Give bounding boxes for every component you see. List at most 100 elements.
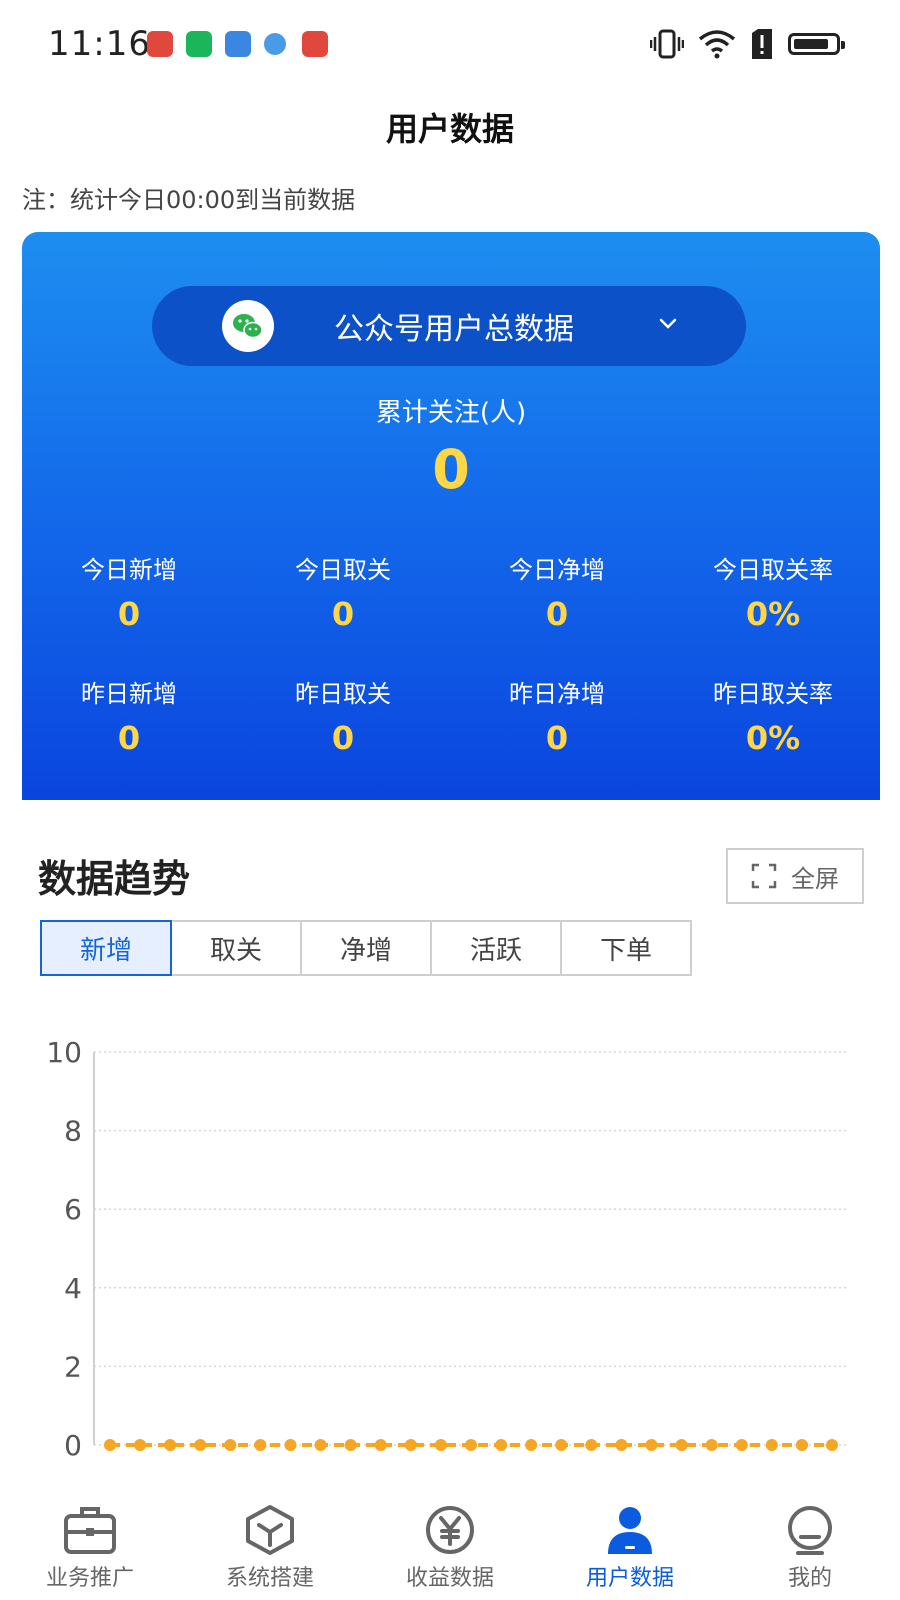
y-tick-label: 8 [64, 1115, 82, 1148]
data-point [705, 1439, 718, 1451]
vibrate-icon [650, 29, 684, 59]
y-tick-label: 0 [64, 1429, 82, 1462]
nav-item-mine[interactable]: 我的 [720, 1496, 900, 1600]
stat-label: 今日取关 [295, 556, 391, 584]
data-point [795, 1439, 808, 1451]
stat-today-unfollow: 今日取关 0 [236, 550, 450, 633]
sim-alert-icon [752, 29, 772, 59]
stat-yesterday-new: 昨日新增 0 [22, 674, 236, 757]
stat-today-net: 今日净增 0 [450, 550, 664, 633]
stat-label: 昨日净增 [509, 680, 605, 708]
trend-title: 数据趋势 [38, 857, 191, 901]
stat-yesterday-unfollow: 昨日取关 0 [236, 674, 450, 757]
wechat-icon [222, 300, 274, 352]
y-tick-label: 10 [46, 1040, 82, 1069]
profile-icon [788, 1506, 832, 1555]
page-title: 用户数据 [385, 110, 514, 148]
stat-value: 0 [545, 719, 569, 757]
data-point [585, 1439, 598, 1451]
stat-value: 0 [331, 719, 355, 757]
fullscreen-button[interactable]: 全屏 [726, 848, 864, 904]
data-point [735, 1439, 748, 1451]
wifi-icon [698, 30, 736, 59]
data-point [645, 1439, 658, 1451]
data-point [615, 1439, 628, 1451]
tab-net[interactable]: 净增 [300, 920, 432, 976]
stat-label: 今日新增 [81, 556, 177, 584]
nav-label: 系统搭建 [225, 1566, 314, 1591]
account-selector[interactable]: 公众号用户总数据 [152, 286, 746, 366]
stats-card: 公众号用户总数据 累计关注(人) 0 今日新增 0 今日取关 0 今日净增 0 … [22, 232, 880, 800]
browser-icon [264, 33, 286, 55]
usb-icon [225, 31, 251, 57]
status-bar: 11:16 [0, 0, 900, 90]
nav-item-user-data[interactable]: 用户数据 [540, 1496, 720, 1600]
stat-value: 0 [545, 595, 569, 633]
data-point [404, 1439, 417, 1451]
battery-icon [788, 33, 845, 55]
stat-label: 今日取关率 [713, 556, 833, 584]
stat-yesterday-unfollow-rate: 昨日取关率 0% [666, 674, 880, 757]
stat-label: 昨日取关率 [713, 680, 833, 708]
cube-icon [246, 1505, 294, 1555]
stats-note: 注：统计今日00:00到当前数据 [22, 186, 356, 214]
trend-chart: 0 2 4 6 8 10 [46, 1040, 848, 1462]
data-point [675, 1439, 688, 1451]
stat-today-unfollow-rate: 今日取关率 0% [666, 550, 880, 633]
huawei-app-icon [147, 31, 173, 57]
nav-label: 用户数据 [585, 1566, 674, 1591]
nav-label: 收益数据 [405, 1566, 494, 1591]
data-point [314, 1439, 327, 1451]
total-followers-label: 累计关注(人) [375, 398, 527, 428]
data-point [555, 1439, 568, 1451]
stat-value: 0% [745, 595, 801, 633]
data-point [134, 1439, 147, 1451]
nav-label: 业务推广 [45, 1566, 134, 1591]
stat-label: 昨日新增 [81, 680, 177, 708]
data-point [164, 1439, 177, 1451]
tab-new[interactable]: 新增 [40, 920, 172, 976]
yen-icon [426, 1506, 474, 1554]
battery-app-icon [186, 31, 212, 57]
data-point [525, 1439, 538, 1451]
data-point [224, 1439, 237, 1451]
system-icons [650, 26, 845, 62]
huawei-app-icon [302, 31, 328, 57]
status-time: 11:16 [48, 24, 151, 64]
data-point [826, 1439, 838, 1451]
stat-value: 0% [745, 719, 801, 757]
fullscreen-label: 全屏 [791, 864, 839, 893]
y-tick-label: 4 [64, 1272, 82, 1305]
data-point [374, 1439, 387, 1451]
stat-value: 0 [117, 595, 141, 633]
tab-unfollow[interactable]: 取关 [170, 920, 302, 976]
stat-yesterday-net: 昨日净增 0 [450, 674, 664, 757]
bottom-nav: 业务推广 系统搭建 收益数据 用户数据 我的 [0, 1496, 900, 1600]
stat-label: 昨日取关 [295, 680, 391, 708]
tab-orders[interactable]: 下单 [560, 920, 692, 976]
data-point [465, 1439, 477, 1451]
data-point [765, 1439, 778, 1451]
y-tick-label: 2 [64, 1350, 82, 1383]
stat-today-new: 今日新增 0 [22, 550, 236, 633]
fullscreen-icon [751, 863, 777, 889]
stat-value: 0 [331, 595, 355, 633]
trend-tabs: 新增 取关 净增 活跃 下单 [40, 920, 692, 976]
tab-active[interactable]: 活跃 [430, 920, 562, 976]
data-point [254, 1439, 267, 1451]
data-point [194, 1439, 207, 1451]
data-point [344, 1439, 357, 1451]
total-followers-value: 0 [432, 438, 470, 501]
nav-label: 我的 [787, 1566, 832, 1591]
user-icon [608, 1507, 652, 1554]
nav-item-earnings[interactable]: 收益数据 [360, 1496, 540, 1600]
selector-label: 公众号用户总数据 [334, 312, 574, 347]
nav-item-promotion[interactable]: 业务推广 [0, 1496, 180, 1600]
data-point [104, 1439, 116, 1451]
data-point [284, 1439, 297, 1451]
stat-value: 0 [117, 719, 141, 757]
chevron-down-icon [659, 318, 677, 329]
data-point [495, 1439, 508, 1451]
nav-item-system[interactable]: 系统搭建 [180, 1496, 360, 1600]
briefcase-icon [64, 1507, 116, 1554]
